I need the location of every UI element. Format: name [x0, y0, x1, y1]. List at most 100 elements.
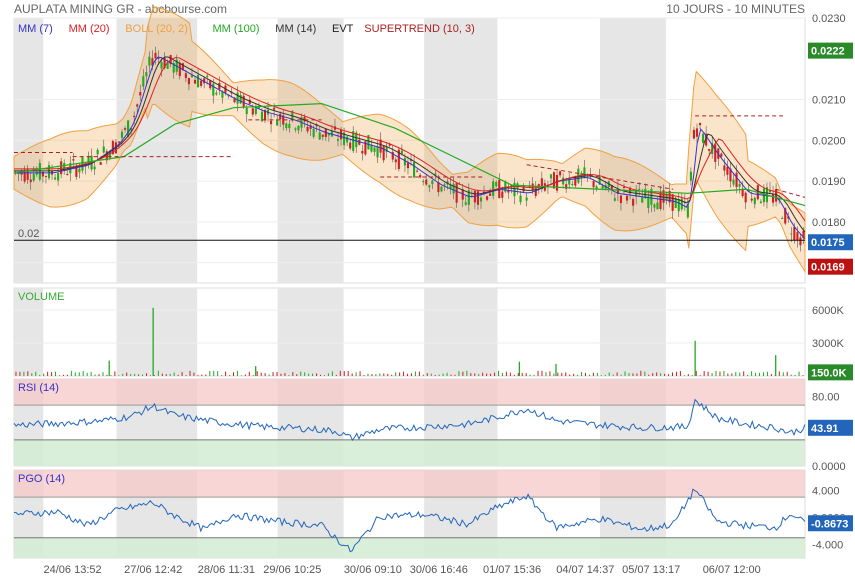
- candle-body: [781, 217, 784, 219]
- candle-body: [653, 204, 656, 208]
- candle-body: [99, 162, 102, 165]
- rsi-overbought-band: [14, 379, 805, 406]
- candle-body: [72, 159, 75, 161]
- volume-label: VOLUME: [18, 291, 64, 303]
- candle-body: [406, 162, 410, 169]
- candle-body: [206, 75, 209, 77]
- candle-body: [479, 197, 483, 202]
- candle-body: [306, 127, 309, 132]
- candle-body: [148, 56, 151, 66]
- pgo-oversold-band: [14, 537, 805, 558]
- candle-body: [793, 227, 796, 241]
- rsi-label: RSI (14): [18, 382, 59, 394]
- candle-body: [619, 195, 623, 204]
- price-tag: 0.0222: [808, 42, 853, 59]
- rsi-tag-text: 43.91: [811, 423, 839, 435]
- candle-body: [142, 76, 145, 87]
- candle-body: [373, 147, 376, 152]
- legend-mm20: MM (20): [69, 23, 110, 35]
- pgo-tick-label: 4.000: [812, 485, 840, 497]
- candle-body: [571, 183, 574, 185]
- rsi-tick-label: 80.00: [812, 391, 840, 403]
- candle-body: [486, 196, 489, 200]
- candle-body: [236, 92, 239, 104]
- chart-svg: 0.02300.02100.02000.01900.01800.01700.02…: [13, 6, 853, 576]
- candle-body: [419, 175, 422, 178]
- candle-body: [714, 144, 717, 162]
- x-axis-label: 27/06 12:42: [124, 564, 182, 576]
- candle-body: [656, 202, 659, 210]
- legend-evt: EVT: [332, 23, 354, 35]
- candle-body: [184, 73, 187, 78]
- candle-body: [677, 199, 680, 212]
- candle-body: [416, 170, 419, 172]
- candle-body: [321, 134, 324, 137]
- candle-body: [355, 132, 358, 148]
- candle-body: [160, 62, 163, 69]
- candle-body: [431, 180, 434, 185]
- candle-body: [732, 179, 735, 185]
- pgo-tag-text: -0.8673: [811, 518, 848, 530]
- session-band: [424, 288, 498, 376]
- candle-body: [525, 197, 528, 201]
- x-axis-label: 30/06 16:46: [410, 564, 468, 576]
- candle-body: [120, 131, 124, 138]
- candle-body: [273, 107, 276, 110]
- volume-tick-label: 6000K: [812, 305, 844, 317]
- candle-body: [744, 192, 747, 203]
- candle-body: [495, 181, 498, 187]
- candle-body: [139, 92, 142, 96]
- price-tick-label: 0.0230: [812, 13, 846, 25]
- x-axis-label: 24/06 13:52: [44, 564, 102, 576]
- price-tick-label: 0.0210: [812, 95, 846, 107]
- candle-body: [154, 52, 157, 59]
- candle-body: [285, 123, 288, 129]
- x-axis-label: 29/06 10:25: [263, 564, 321, 576]
- candle-body: [196, 75, 200, 88]
- candle-body: [96, 149, 99, 155]
- candle-body: [601, 185, 604, 189]
- price-tick-label: 0.0180: [812, 217, 846, 229]
- candle-body: [102, 146, 105, 153]
- candle-body: [242, 95, 245, 107]
- candle-body: [412, 162, 416, 178]
- candle-body: [692, 129, 696, 139]
- candle-body: [501, 191, 504, 198]
- candle-body: [145, 72, 148, 77]
- legend-supertrend: SUPERTREND (10, 3): [364, 23, 474, 35]
- candle-body: [349, 142, 352, 149]
- candle-body: [708, 148, 711, 151]
- candle-body: [632, 198, 635, 206]
- session-band: [116, 288, 198, 376]
- candle-body: [425, 179, 428, 185]
- volume-tag-text: 150.0K: [811, 367, 847, 379]
- candle-body: [464, 202, 467, 205]
- x-axis-label: 28/06 11:31: [198, 564, 255, 576]
- candle-body: [81, 156, 84, 171]
- legend-mm14: MM (14): [275, 23, 316, 35]
- price-tag: 0.0169: [808, 258, 853, 275]
- candle-body: [133, 115, 136, 118]
- candle-body: [689, 171, 692, 181]
- candle-body: [771, 193, 775, 203]
- candle-body: [549, 174, 553, 179]
- candle-body: [799, 237, 802, 246]
- x-axis-label: 01/07 15:36: [483, 564, 541, 576]
- candle-body: [57, 173, 60, 181]
- legend-mm100: MM (100): [213, 23, 260, 35]
- candle-body: [361, 150, 364, 154]
- candle-body: [288, 124, 291, 129]
- candle-body: [641, 196, 644, 203]
- price-tag-text: 0.0222: [811, 46, 845, 58]
- pgo-tag: -0.8673: [808, 515, 853, 532]
- rsi-oversold-band: [14, 439, 805, 466]
- candle-body: [336, 139, 340, 141]
- candle-body: [592, 181, 595, 188]
- candle-body: [440, 186, 443, 192]
- candle-body: [93, 166, 96, 170]
- candle-body: [276, 119, 279, 126]
- candle-body: [622, 187, 626, 189]
- candle-body: [394, 159, 397, 163]
- candle-body: [403, 158, 407, 166]
- candle-body: [452, 183, 455, 194]
